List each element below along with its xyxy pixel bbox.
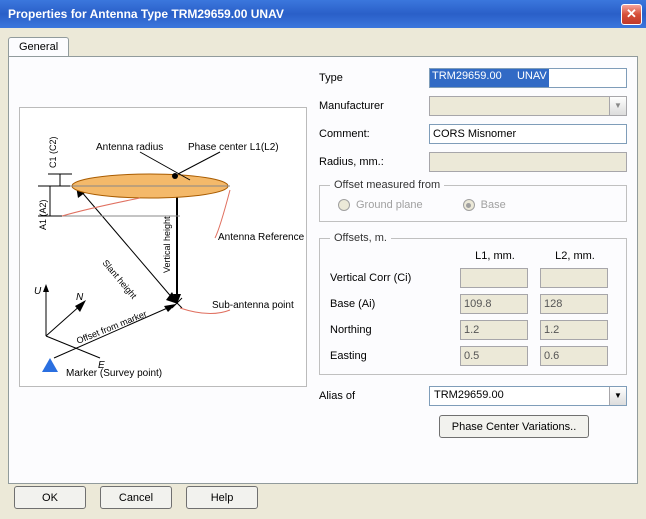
base-l1 [460, 294, 528, 314]
chevron-down-icon[interactable]: ▼ [609, 387, 626, 405]
close-icon[interactable]: ✕ [621, 4, 642, 25]
radio-ground-plane: Ground plane [338, 199, 423, 211]
cancel-button[interactable]: Cancel [100, 486, 172, 509]
northing-label: Northing [330, 324, 450, 336]
svg-text:Antenna Reference Point (ARP,: Antenna Reference Point (ARP, Base) [218, 232, 306, 243]
svg-text:U: U [34, 286, 42, 297]
svg-text:Antenna radius: Antenna radius [96, 142, 163, 153]
col-l1: L1, mm. [460, 250, 530, 262]
radio-base: Base [463, 199, 506, 211]
antenna-diagram: U N E Marker (Survey point) Offset from … [19, 107, 307, 387]
easting-l1 [460, 346, 528, 366]
svg-text:Offset from marker: Offset from marker [75, 309, 148, 346]
offsets-group: Offsets, m. L1, mm. L2, mm. Vertical Cor… [319, 232, 627, 375]
easting-label: Easting [330, 350, 450, 362]
vcorr-label: Vertical Corr (Ci) [330, 272, 450, 284]
chevron-down-icon: ▼ [609, 97, 626, 115]
offset-from-legend: Offset measured from [330, 179, 444, 191]
svg-text:Phase center L1(L2): Phase center L1(L2) [188, 142, 279, 153]
tab-general[interactable]: General [8, 37, 69, 56]
phase-center-variations-button[interactable]: Phase Center Variations.. [439, 415, 589, 438]
window-title: Properties for Antenna Type TRM29659.00 … [8, 7, 621, 21]
base-label: Base (Ai) [330, 298, 450, 310]
manufacturer-label: Manufacturer [319, 100, 429, 112]
col-l2: L2, mm. [540, 250, 610, 262]
offsets-legend: Offsets, m. [330, 232, 391, 244]
alias-label: Alias of [319, 390, 429, 402]
easting-l2 [540, 346, 608, 366]
comment-label: Comment: [319, 128, 429, 140]
alias-combo[interactable]: TRM29659.00 ▼ [429, 386, 627, 406]
vcorr-l2 [540, 268, 608, 288]
tab-panel: U N E Marker (Survey point) Offset from … [8, 56, 638, 484]
svg-text:N: N [76, 292, 84, 303]
manufacturer-combo[interactable]: ▼ [429, 96, 627, 116]
base-l2 [540, 294, 608, 314]
type-field[interactable]: TRM29659.00 UNAV [429, 68, 627, 88]
vcorr-l1 [460, 268, 528, 288]
svg-text:C1 (C2): C1 (C2) [48, 136, 58, 168]
comment-field[interactable] [429, 124, 627, 144]
northing-l2 [540, 320, 608, 340]
northing-l1 [460, 320, 528, 340]
svg-text:Marker (Survey point): Marker (Survey point) [66, 368, 162, 379]
svg-text:Slant height: Slant height [100, 258, 139, 301]
svg-text:Sub-antenna point: Sub-antenna point [212, 300, 294, 311]
svg-text:Vertical height: Vertical height [162, 216, 172, 273]
ok-button[interactable]: OK [14, 486, 86, 509]
type-label: Type [319, 72, 429, 84]
help-button[interactable]: Help [186, 486, 258, 509]
radius-field [429, 152, 627, 172]
offset-from-group: Offset measured from Ground plane Base [319, 179, 627, 222]
svg-text:A1 (A2): A1 (A2) [38, 199, 48, 230]
radius-label: Radius, mm.: [319, 156, 429, 168]
